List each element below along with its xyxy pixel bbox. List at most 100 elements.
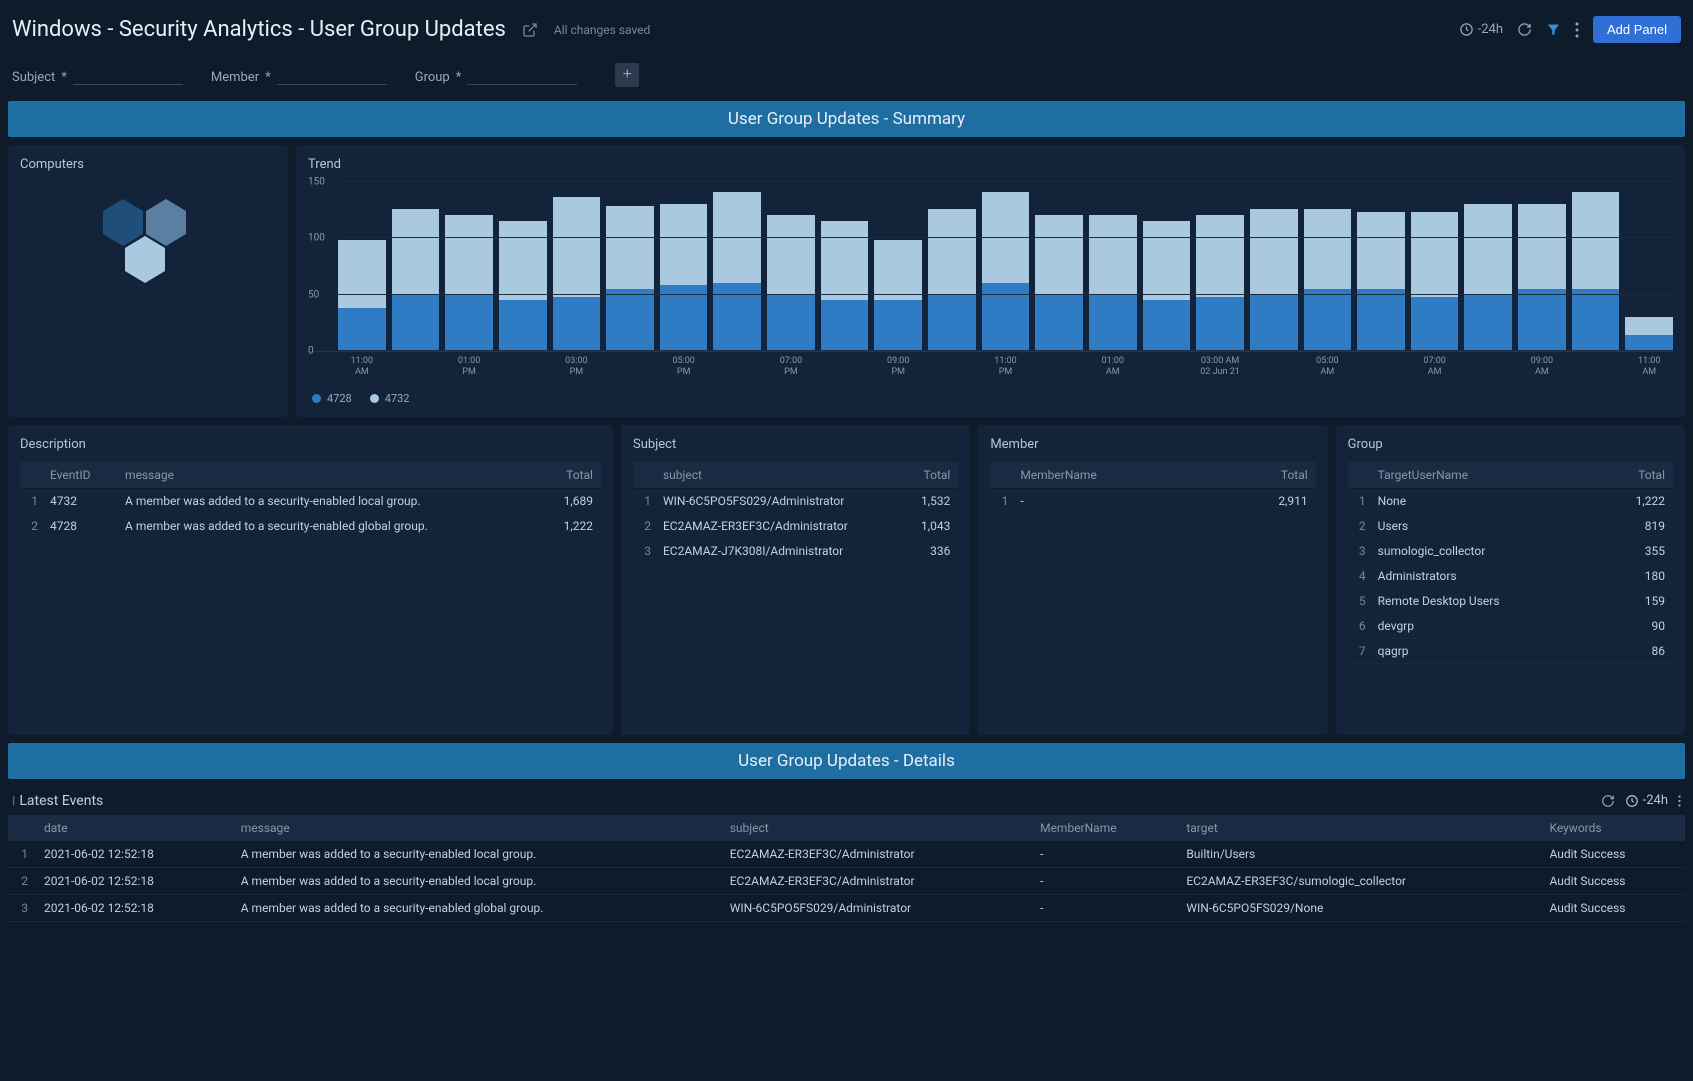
x-tick: 01:00PM	[445, 356, 493, 378]
bar[interactable]	[606, 206, 654, 351]
bar[interactable]	[338, 240, 386, 351]
panel-title: Member	[990, 437, 1315, 452]
x-tick	[1035, 356, 1083, 378]
table-row[interactable]: 3EC2AMAZ-J7K308I/Administrator336	[633, 538, 958, 563]
bar[interactable]	[1357, 212, 1405, 351]
table-row[interactable]: 1None1,222	[1348, 488, 1673, 513]
page-title: Windows - Security Analytics - User Grou…	[12, 17, 506, 42]
x-tick: 11:00AM	[338, 356, 386, 378]
description-table: EventIDmessageTotal14732A member was add…	[20, 462, 601, 539]
bar[interactable]	[392, 209, 440, 351]
panel-trend: Trend 050100150 11:00AM01:00PM03:00PM05:…	[296, 145, 1685, 417]
table-row[interactable]: 12021-06-02 12:52:18A member was added t…	[8, 841, 1685, 868]
bar[interactable]	[1089, 215, 1137, 351]
x-tick: 01:00AM	[1089, 356, 1137, 378]
latest-events-table: datemessagesubjectMemberNametargetKeywor…	[8, 815, 1685, 922]
bar[interactable]	[767, 215, 815, 351]
filter-subject: Subject *	[12, 65, 183, 85]
column-header[interactable]: Keywords	[1539, 815, 1685, 841]
bar[interactable]	[553, 197, 601, 351]
table-row[interactable]: 32021-06-02 12:52:18A member was added t…	[8, 894, 1685, 921]
column-header[interactable]: subject	[655, 462, 902, 489]
bar[interactable]	[821, 221, 869, 351]
more-icon[interactable]	[1575, 22, 1579, 38]
bar[interactable]	[1464, 204, 1512, 351]
bar[interactable]	[713, 192, 761, 351]
time-range-selector[interactable]: -24h	[1459, 22, 1503, 37]
bar[interactable]	[1518, 204, 1566, 351]
filter-group-input[interactable]	[467, 65, 577, 85]
table-row[interactable]: 2EC2AMAZ-ER3EF3C/Administrator1,043	[633, 513, 958, 538]
column-header[interactable]: Total	[541, 462, 601, 489]
column-header[interactable]	[990, 462, 1012, 489]
bar[interactable]	[499, 221, 547, 351]
column-header[interactable]: TargetUserName	[1370, 462, 1598, 489]
column-header[interactable]	[633, 462, 655, 489]
column-header[interactable]: message	[231, 815, 720, 841]
legend-item[interactable]: 4732	[370, 392, 410, 405]
add-panel-button[interactable]: Add Panel	[1593, 16, 1681, 43]
filter-label: Subject	[12, 70, 55, 85]
table-row[interactable]: 4Administrators180	[1348, 563, 1673, 588]
column-header[interactable]	[1348, 462, 1370, 489]
table-row[interactable]: 14732A member was added to a security-en…	[20, 488, 601, 513]
column-header[interactable]: MemberName	[1012, 462, 1216, 489]
bar[interactable]	[1035, 215, 1083, 351]
filter-bar: Subject * Member * Group * +	[8, 59, 1685, 101]
column-header[interactable]: Total	[1598, 462, 1673, 489]
column-header[interactable]	[20, 462, 42, 489]
column-header[interactable]: EventID	[42, 462, 117, 489]
table-row[interactable]: 3sumologic_collector355	[1348, 538, 1673, 563]
table-row[interactable]: 24728A member was added to a security-en…	[20, 513, 601, 538]
bar[interactable]	[982, 192, 1030, 351]
refresh-icon[interactable]	[1601, 794, 1615, 808]
column-header[interactable]	[8, 815, 34, 841]
share-icon[interactable]	[522, 22, 538, 38]
table-row[interactable]: 1-2,911	[990, 488, 1315, 513]
table-row[interactable]: 6devgrp90	[1348, 613, 1673, 638]
more-icon[interactable]	[1678, 794, 1681, 808]
filter-subject-input[interactable]	[73, 65, 183, 85]
x-tick	[1250, 356, 1298, 378]
bar[interactable]	[1304, 209, 1352, 351]
bar[interactable]	[1250, 209, 1298, 351]
filter-icon[interactable]	[1546, 22, 1561, 37]
bar[interactable]	[1625, 317, 1673, 351]
column-header[interactable]: Total	[1216, 462, 1316, 489]
add-filter-button[interactable]: +	[615, 63, 639, 87]
x-tick: 03:00 AM02 Jun 21	[1196, 356, 1244, 378]
table-row[interactable]: 1WIN-6C5PO5FS029/Administrator1,532	[633, 488, 958, 513]
bar[interactable]	[1572, 192, 1620, 351]
bar[interactable]	[928, 209, 976, 351]
filter-label: Group	[415, 70, 450, 85]
filter-member-input[interactable]	[277, 65, 387, 85]
column-header[interactable]: MemberName	[1030, 815, 1176, 841]
column-header[interactable]: Total	[902, 462, 958, 489]
legend-item[interactable]: 4728	[312, 392, 352, 405]
column-header[interactable]: date	[34, 815, 231, 841]
time-range-label: -24h	[1643, 793, 1668, 808]
table-row[interactable]: 5Remote Desktop Users159	[1348, 588, 1673, 613]
table-row[interactable]: 2Users819	[1348, 513, 1673, 538]
bar[interactable]	[874, 240, 922, 351]
table-row[interactable]: 7qagrp86	[1348, 638, 1673, 663]
bar[interactable]	[660, 204, 708, 351]
table-row[interactable]: 22021-06-02 12:52:18A member was added t…	[8, 867, 1685, 894]
panel-time-range[interactable]: -24h	[1625, 793, 1668, 808]
column-header[interactable]: message	[117, 462, 541, 489]
drag-handle-icon[interactable]: ||	[12, 794, 13, 807]
column-header[interactable]: subject	[720, 815, 1030, 841]
column-header[interactable]: target	[1176, 815, 1539, 841]
bar[interactable]	[1196, 215, 1244, 351]
x-tick: 09:00AM	[1518, 356, 1566, 378]
filter-member: Member *	[211, 65, 387, 85]
x-tick: 11:00PM	[982, 356, 1030, 378]
group-table: TargetUserNameTotal1None1,2222Users8193s…	[1348, 462, 1673, 664]
bar[interactable]	[445, 215, 493, 351]
y-tick: 50	[308, 289, 319, 300]
refresh-icon[interactable]	[1517, 22, 1532, 37]
panel-group: Group TargetUserNameTotal1None1,2222User…	[1336, 425, 1685, 735]
bar[interactable]	[1143, 221, 1191, 351]
x-tick	[713, 356, 761, 378]
bar[interactable]	[1411, 212, 1459, 351]
